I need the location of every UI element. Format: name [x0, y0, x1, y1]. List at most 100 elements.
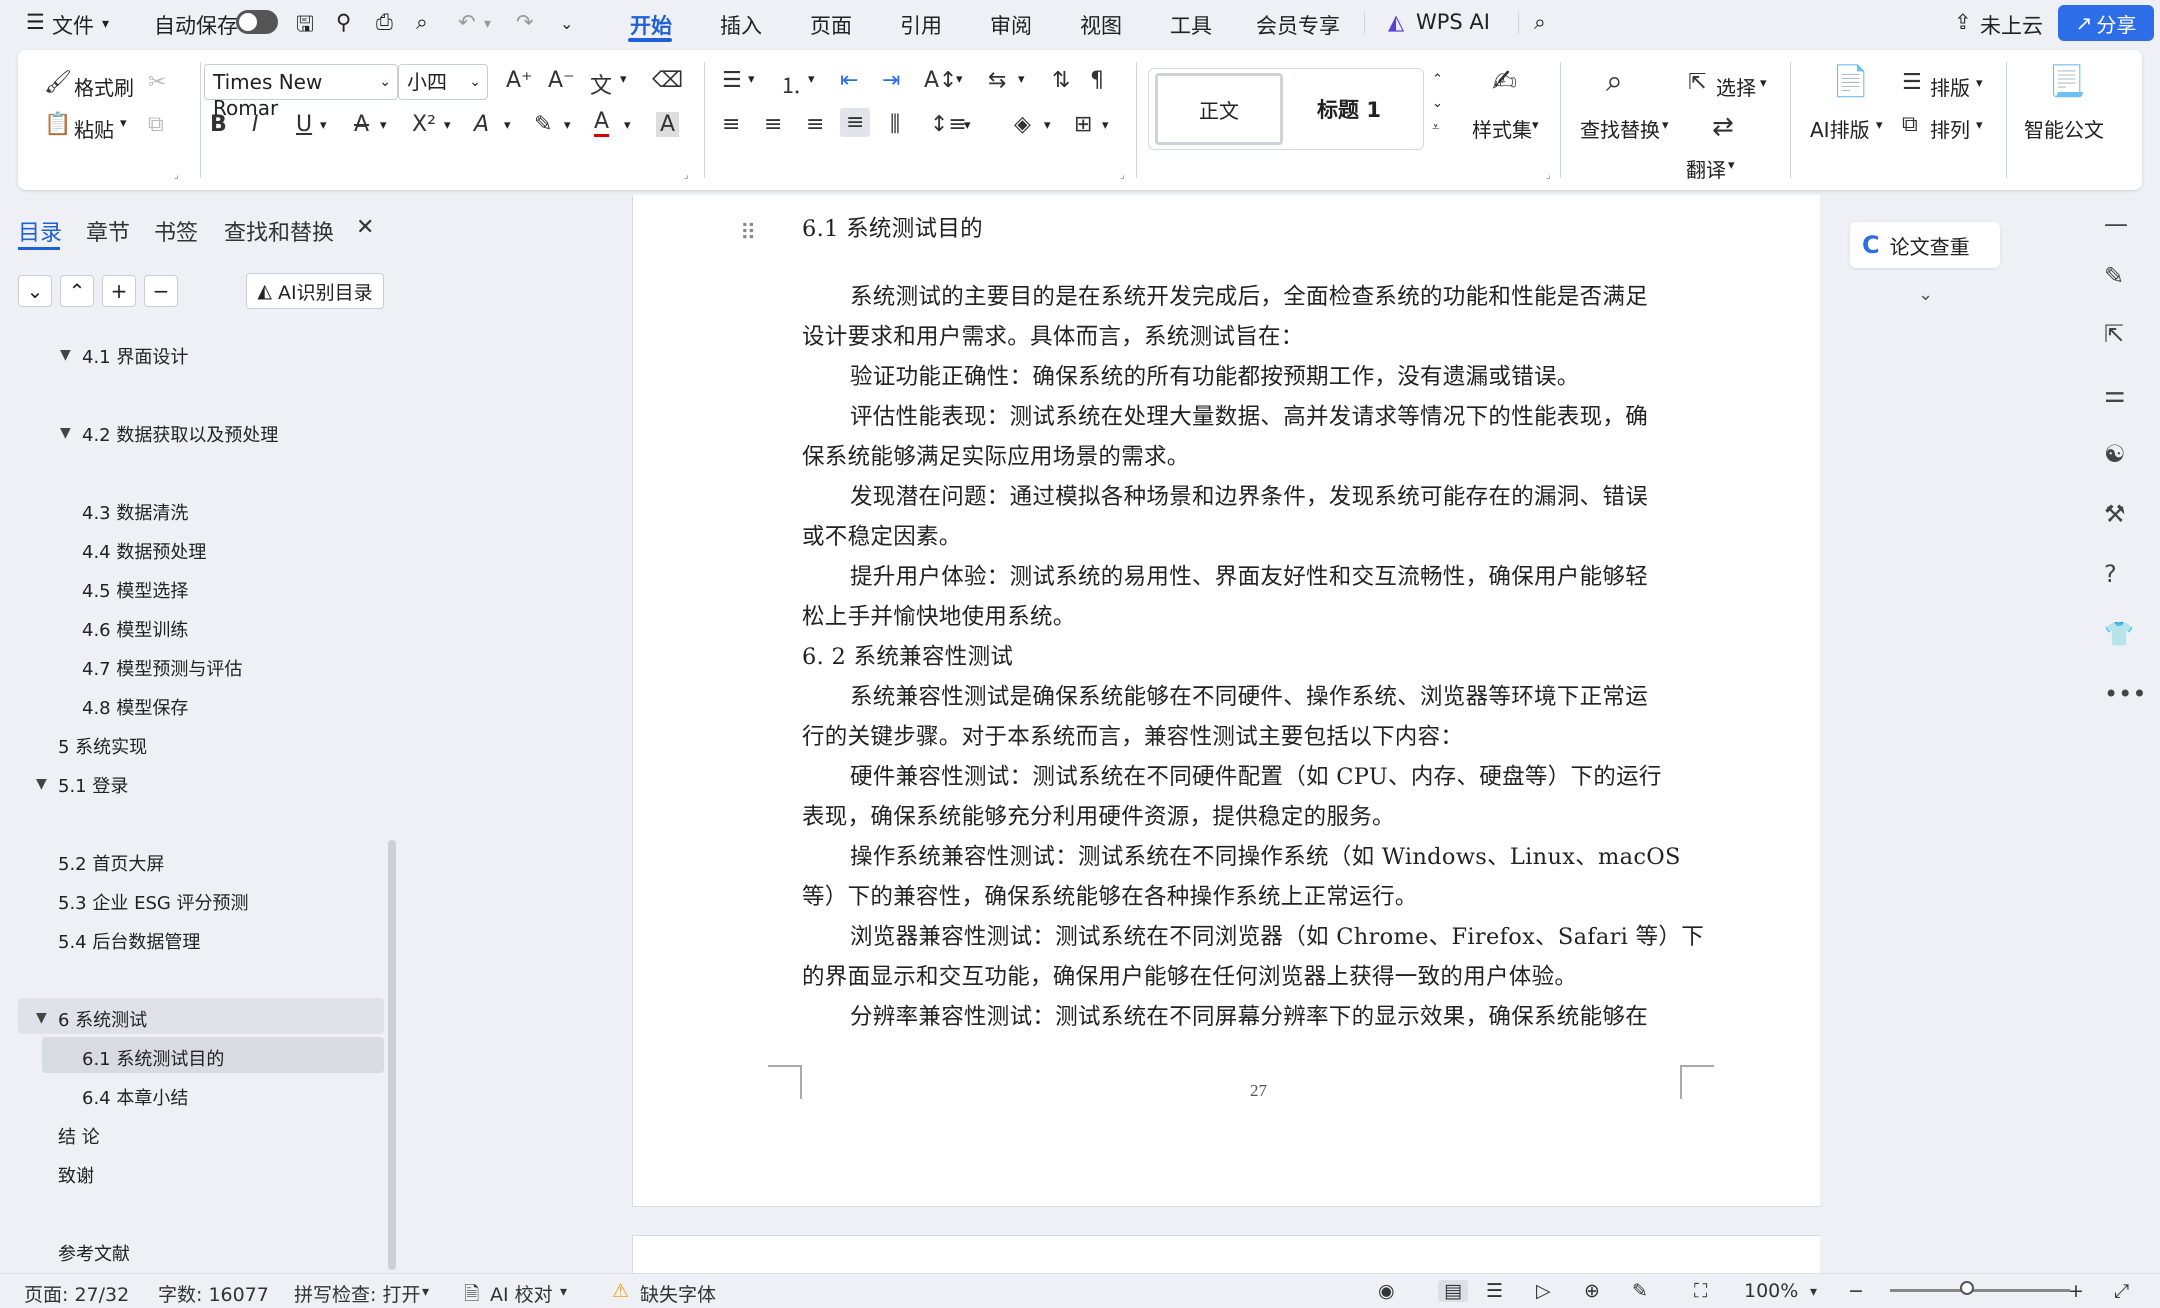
- tab-bookmarks[interactable]: 书签: [154, 215, 198, 247]
- help-icon[interactable]: ?: [2104, 560, 2117, 588]
- zoom-dropdown-icon[interactable]: ▾: [1810, 1284, 1817, 1300]
- page-view-icon[interactable]: ▤: [1438, 1280, 1468, 1302]
- paragraph-expand-icon[interactable]: ⌟: [1120, 170, 1125, 181]
- tab-review[interactable]: 审阅: [990, 10, 1032, 40]
- char-spacing-dropdown-icon[interactable]: ▾: [956, 72, 963, 87]
- ai-proof-dropdown-icon[interactable]: ▾: [560, 1284, 567, 1300]
- writing-mode-icon[interactable]: ✎: [1632, 1280, 1648, 1302]
- text-direction-icon[interactable]: ⇆: [988, 68, 1006, 93]
- autosave-toggle[interactable]: [236, 10, 278, 34]
- toc-item[interactable]: 4.8 模型保存: [82, 694, 188, 720]
- missing-font-status[interactable]: 缺失字体: [640, 1280, 716, 1307]
- print-icon[interactable]: ⎙: [376, 10, 393, 35]
- ai-toc-button[interactable]: ◭ AI识别目录: [246, 273, 384, 309]
- phonetic-dropdown-icon[interactable]: ▾: [620, 72, 627, 87]
- tab-toc[interactable]: 目录: [18, 215, 62, 247]
- toc-collapse-icon[interactable]: ▼: [36, 776, 47, 792]
- paper-check-button[interactable]: C 论文查重: [1850, 222, 2000, 268]
- ai-proof-icon[interactable]: 🗎: [464, 1280, 479, 1308]
- toc-item[interactable]: 5 系统实现: [58, 733, 147, 759]
- line-spacing-dropdown-icon[interactable]: ▾: [964, 118, 971, 133]
- zoom-slider-track[interactable]: [1890, 1289, 2070, 1292]
- align-center-icon[interactable]: ≡: [764, 112, 782, 137]
- shading-icon[interactable]: ◈: [1014, 112, 1031, 137]
- close-panel-icon[interactable]: ✕: [356, 215, 374, 240]
- toc-item[interactable]: 5.3 企业 ESG 评分预测: [58, 889, 249, 915]
- underline-icon[interactable]: U: [296, 112, 312, 137]
- bullet-dropdown-icon[interactable]: ▾: [748, 72, 755, 87]
- tab-member[interactable]: 会员专享: [1256, 10, 1340, 40]
- adjust-sliders-icon[interactable]: ⚌: [2104, 380, 2126, 408]
- tools-icon[interactable]: ⚒: [2104, 500, 2126, 528]
- zoom-slider-handle[interactable]: [1960, 1281, 1974, 1295]
- font-name-select[interactable]: Times New Romar ⌄: [204, 64, 398, 120]
- zoom-out-icon[interactable]: −: [1848, 1280, 1864, 1302]
- ai-layout-dropdown-icon[interactable]: ▾: [1876, 118, 1883, 133]
- toc-item[interactable]: 5.2 首页大屏: [58, 850, 164, 876]
- shirt-icon[interactable]: 👕: [2104, 620, 2134, 648]
- expand-up-button[interactable]: ⌃: [60, 275, 94, 307]
- toc-item[interactable]: 4.4 数据预处理: [82, 538, 206, 564]
- cloud-upload-icon[interactable]: ⇪: [1954, 10, 1972, 34]
- format-painter-button[interactable]: 格式刷: [74, 72, 134, 101]
- play-icon[interactable]: ▷: [1536, 1280, 1551, 1302]
- bullet-list-icon[interactable]: ☰: [722, 68, 742, 93]
- toc-item[interactable]: 4.3 数据清洗: [82, 499, 188, 525]
- fullscreen-icon[interactable]: ⤢: [2114, 1280, 2129, 1302]
- translate-button[interactable]: 翻译: [1686, 154, 1726, 183]
- style-normal[interactable]: 正文: [1155, 73, 1283, 145]
- select-dropdown-icon[interactable]: ▾: [1760, 76, 1767, 91]
- paste-button[interactable]: 粘贴: [74, 114, 114, 143]
- font-grow-icon[interactable]: A⁺: [506, 68, 533, 93]
- phonetic-guide-icon[interactable]: 文: [590, 68, 612, 100]
- toc-scrollbar[interactable]: [388, 840, 396, 1270]
- copy-icon[interactable]: ⧉: [148, 112, 164, 137]
- redo-icon[interactable]: ↷: [516, 10, 534, 34]
- style-more-icon[interactable]: ⩡: [1432, 120, 1439, 135]
- file-menu[interactable]: 文件: [52, 10, 94, 40]
- find-replace-button[interactable]: 查找替换: [1580, 114, 1660, 143]
- paste-dropdown-icon[interactable]: ▾: [120, 116, 127, 131]
- justify-icon[interactable]: ≡: [840, 108, 871, 137]
- style-scroll-down-icon[interactable]: ⌄: [1432, 96, 1443, 111]
- fit-page-icon[interactable]: ⛶: [1694, 1280, 1707, 1302]
- increase-indent-icon[interactable]: ⇥: [882, 68, 900, 93]
- decrease-indent-icon[interactable]: ⇤: [840, 68, 858, 93]
- toc-item[interactable]: 4.6 模型训练: [82, 616, 188, 642]
- print-preview-icon[interactable]: ⌕: [416, 10, 428, 35]
- find-replace-dropdown-icon[interactable]: ▾: [1662, 118, 1669, 133]
- smart-doc-icon[interactable]: 📃: [2048, 64, 2085, 99]
- text-effect-dropdown-icon[interactable]: ▾: [504, 118, 511, 133]
- toc-item[interactable]: 结 论: [58, 1123, 100, 1149]
- drag-handle-icon[interactable]: ⠿: [740, 221, 756, 246]
- style-set-button[interactable]: 样式集: [1472, 114, 1532, 143]
- font-color-dropdown-icon[interactable]: ▾: [624, 118, 631, 133]
- wps-ai-icon[interactable]: ◭: [1388, 10, 1404, 34]
- superscript-dropdown-icon[interactable]: ▾: [444, 118, 451, 133]
- tab-find-replace[interactable]: 查找和替换: [224, 215, 334, 247]
- shading-dropdown-icon[interactable]: ▾: [1044, 118, 1051, 133]
- char-shading-icon[interactable]: A: [656, 112, 680, 137]
- toc-collapse-icon[interactable]: ▼: [60, 425, 71, 441]
- toc-item[interactable]: 参考文献: [58, 1240, 130, 1266]
- page-indicator[interactable]: 页面: 27/32: [24, 1280, 129, 1307]
- layout-icon[interactable]: ☰: [1902, 70, 1922, 95]
- arrange-button[interactable]: 排列: [1930, 114, 1970, 143]
- cloud-status[interactable]: 未上云: [1980, 10, 2043, 40]
- share-button[interactable]: ↗ 分享: [2058, 5, 2154, 41]
- style-set-dropdown-icon[interactable]: ▾: [1532, 118, 1539, 133]
- style-set-icon[interactable]: ✍: [1492, 64, 1517, 99]
- underline-dropdown-icon[interactable]: ▾: [320, 118, 327, 133]
- word-count[interactable]: 字数: 16077: [158, 1280, 269, 1307]
- align-right-icon[interactable]: ≡: [806, 112, 824, 137]
- cursor-icon[interactable]: ⇱: [2104, 320, 2124, 348]
- find-replace-icon[interactable]: ⌕: [1606, 64, 1623, 99]
- remove-heading-button[interactable]: −: [144, 275, 178, 307]
- translate-dropdown-icon[interactable]: ▾: [1728, 158, 1735, 173]
- styles-expand-icon[interactable]: ⌟: [1546, 170, 1551, 181]
- more-icon[interactable]: •••: [2104, 680, 2146, 708]
- toc-item[interactable]: 4.2 数据获取以及预处理: [82, 421, 278, 447]
- text-effect-icon[interactable]: A: [474, 112, 489, 137]
- font-color-icon[interactable]: A: [594, 110, 610, 137]
- zoom-level[interactable]: 100%: [1744, 1280, 1798, 1302]
